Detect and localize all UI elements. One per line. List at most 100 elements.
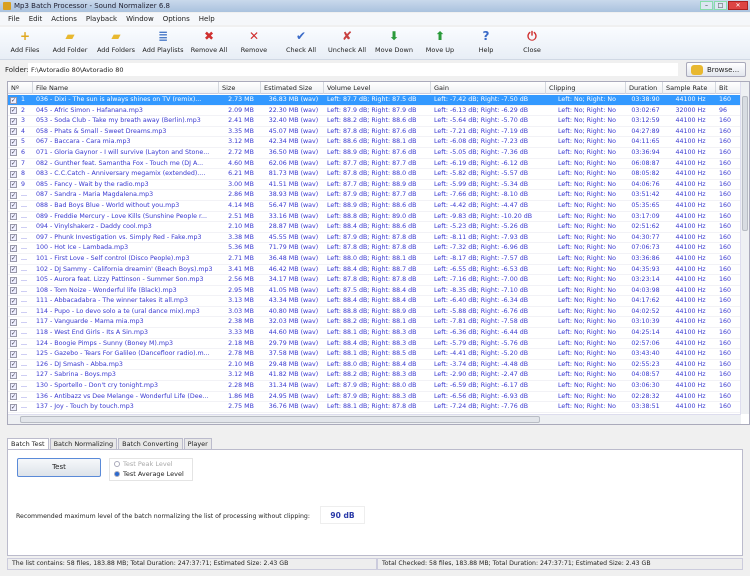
row-checkbox[interactable]: ✓	[10, 234, 17, 242]
close-button[interactable]: ⏻ Close	[509, 29, 555, 54]
table-row[interactable]: ✓ 8 083 - C.C.Catch - Anniversary megamix …	[8, 169, 741, 180]
row-checkbox[interactable]: ✓	[10, 213, 17, 221]
table-row[interactable]: ✓... 101 - First Love - Self control (Dis…	[8, 254, 741, 265]
menu-edit[interactable]: Edit	[29, 15, 43, 23]
row-checkbox[interactable]: ✓	[10, 287, 17, 295]
table-row[interactable]: ✓ 1 036 - Dixi - The sun is always shines …	[8, 95, 741, 106]
add-playlists-button[interactable]: ≣ Add Playlists	[140, 29, 186, 54]
table-row[interactable]: ✓... 117 - Vanguarde - Mama mia.mp3 2.38 M…	[8, 317, 741, 329]
table-row[interactable]: ✓... 125 - Gazebo - Tears For Galileo (Da…	[8, 349, 741, 360]
row-checkbox[interactable]: ✓	[10, 361, 17, 369]
table-row[interactable]: ✓... 105 - Aurora feat. Lizzy Pattinson -…	[8, 275, 741, 286]
add-folder-button[interactable]: ▰ Add Folder	[47, 29, 93, 54]
window-close-button[interactable]: ✕	[728, 1, 748, 10]
column-header-clipping[interactable]: Clipping	[546, 82, 626, 94]
table-row[interactable]: ✓ 3 053 - Soda Club - Take my breath away …	[8, 116, 741, 127]
table-row[interactable]: ✓... 126 - DJ Smash - Abba.mp3 2.10 MB 29.4…	[8, 360, 741, 371]
table-row[interactable]: ✓... 102 - DJ Sammy - California dreamin'…	[8, 265, 741, 276]
table-row[interactable]: ✓... 094 - Vinylshakerz - Daddy cool.mp3 2…	[8, 222, 741, 233]
column-header-file-name[interactable]: File Name	[33, 82, 219, 94]
table-row[interactable]: ✓... 137 - Joy - Touch by touch.mp3 2.75 M…	[8, 402, 741, 413]
table-row[interactable]: ✓... 118 - West End Girls - Its A Sin.mp3…	[8, 328, 741, 339]
vertical-scrollbar[interactable]	[740, 82, 749, 414]
tab-batch-test[interactable]: Batch Test	[7, 438, 49, 449]
row-checkbox[interactable]: ✓	[10, 350, 17, 358]
test-button[interactable]: Test	[17, 458, 101, 477]
table-row[interactable]: ✓... 111 - Abbacadabra - The winner takes…	[8, 296, 741, 307]
row-checkbox[interactable]: ✓	[10, 266, 17, 273]
row-checkbox[interactable]: ✓	[10, 393, 17, 401]
row-checkbox[interactable]: ✓	[10, 276, 17, 284]
menu-window[interactable]: Window	[126, 15, 154, 23]
row-checkbox[interactable]: ✓	[10, 340, 17, 348]
row-checkbox[interactable]: ✓	[10, 107, 17, 115]
tab-batch-converting[interactable]: Batch Converting	[118, 438, 183, 449]
radio-test-peak-level[interactable]: Test Peak Level	[110, 459, 192, 469]
menu-options[interactable]: Options	[163, 15, 190, 23]
tab-player[interactable]: Player	[183, 438, 212, 449]
menu-help[interactable]: Help	[199, 15, 215, 23]
table-row[interactable]: ✓ 5 067 - Baccara - Cara mia.mp3 3.12 MB 42.…	[8, 137, 741, 148]
table-row[interactable]: ✓ 7 082 - Gunther feat. Samantha Fox - Tou…	[8, 159, 741, 170]
table-row[interactable]: ✓... 136 - Antibazz vs Dee Melange - Wond…	[8, 392, 741, 403]
move-down-button[interactable]: ⬇ Move Down	[371, 29, 417, 54]
row-checkbox[interactable]: ✓	[10, 96, 17, 104]
column-header-sample-rate[interactable]: Sample Rate	[663, 82, 716, 94]
menu-playback[interactable]: Playback	[86, 15, 117, 23]
menu-actions[interactable]: Actions	[51, 15, 77, 23]
row-checkbox[interactable]: ✓	[10, 382, 17, 390]
row-checkbox[interactable]: ✓	[10, 138, 17, 146]
radio-test-average-level[interactable]: Test Average Level	[110, 469, 192, 479]
move-up-button[interactable]: ⬆ Move Up	[417, 29, 463, 54]
row-checkbox[interactable]: ✓	[10, 149, 17, 157]
add-files-button[interactable]: + Add Files	[2, 29, 48, 54]
table-row[interactable]: ✓ 4 058 - Phats & Small - Sweet Dreams.mp3…	[8, 127, 741, 138]
row-checkbox[interactable]: ✓	[10, 244, 17, 252]
table-row[interactable]: ✓... 127 - Sabrina - Boys.mp3 3.12 MB 41.82…	[8, 370, 741, 382]
column-header-nr[interactable]: Nº	[8, 82, 33, 94]
maximize-button[interactable]: □	[714, 1, 727, 10]
table-row[interactable]: ✓... 097 - Phunk Investigation vs. Simply…	[8, 233, 741, 244]
horizontal-scrollbar[interactable]	[8, 414, 741, 424]
folder-path-field[interactable]: F:\Avtoradio 80\Avtoradio 80	[28, 63, 678, 76]
row-checkbox[interactable]: ✓	[10, 181, 17, 189]
row-checkbox[interactable]: ✓	[10, 223, 17, 231]
row-checkbox[interactable]: ✓	[10, 255, 17, 263]
row-checkbox[interactable]: ✓	[10, 191, 17, 199]
vertical-scroll-thumb[interactable]	[742, 96, 748, 231]
help-button[interactable]: ? Help	[463, 29, 509, 54]
row-checkbox[interactable]: ✓	[10, 403, 17, 411]
row-checkbox[interactable]: ✓	[10, 170, 17, 178]
table-row[interactable]: ✓... 088 - Bad Boys Blue - World without …	[8, 201, 741, 212]
row-checkbox[interactable]: ✓	[10, 308, 17, 316]
table-row[interactable]: ✓... 100 - Hot Ice - Lambada.mp3 5.36 MB 71…	[8, 243, 741, 254]
check-all-button[interactable]: ✔ Check All	[278, 29, 324, 54]
horizontal-scroll-thumb[interactable]	[20, 416, 540, 423]
add-folders-button[interactable]: ▰ Add Folders	[93, 29, 139, 54]
column-header-size[interactable]: Size	[219, 82, 261, 94]
row-checkbox[interactable]: ✓	[10, 117, 17, 125]
row-checkbox[interactable]: ✓	[10, 160, 17, 168]
table-row[interactable]: ✓ 9 085 - Fancy - Wait by the radio.mp3 3.0…	[8, 180, 741, 191]
table-row[interactable]: ✓... 114 - Pupo - Lo devo solo a te (ural…	[8, 307, 741, 318]
row-checkbox[interactable]: ✓	[10, 128, 17, 136]
row-checkbox[interactable]: ✓	[10, 202, 17, 210]
remove-button[interactable]: ✕ Remove	[231, 29, 277, 54]
table-row[interactable]: ✓... 130 - Sportello - Don't cry tonight.…	[8, 381, 741, 392]
row-checkbox[interactable]: ✓	[10, 371, 17, 379]
menu-file[interactable]: File	[8, 15, 20, 23]
table-row[interactable]: ✓... 089 - Freddie Mercury - Love Kills (…	[8, 212, 741, 223]
table-row[interactable]: ✓... 108 - Tom Noize - Wonderful life (Bl…	[8, 286, 741, 297]
column-header-estimated-size[interactable]: Estimated Size	[261, 82, 324, 94]
tab-batch-normalizing[interactable]: Batch Normalizing	[49, 438, 118, 449]
table-row[interactable]: ✓ 2 045 - Afric Simon - Hafanana.mp3 2.09 M…	[8, 106, 741, 117]
column-header-duration[interactable]: Duration	[626, 82, 663, 94]
browse-button[interactable]: Browse...	[686, 62, 746, 77]
row-checkbox[interactable]: ✓	[10, 329, 17, 337]
minimize-button[interactable]: –	[700, 1, 713, 10]
remove-all-button[interactable]: ✖ Remove All	[186, 29, 232, 54]
uncheck-all-button[interactable]: ✘ Uncheck All	[324, 29, 370, 54]
row-checkbox[interactable]: ✓	[10, 318, 17, 326]
table-row[interactable]: ✓... 124 - Boogie Pimps - Sunny (Boney M)…	[8, 339, 741, 350]
table-row[interactable]: ✓ 6 071 - Gloria Gaynor - I will survive (…	[8, 148, 741, 159]
